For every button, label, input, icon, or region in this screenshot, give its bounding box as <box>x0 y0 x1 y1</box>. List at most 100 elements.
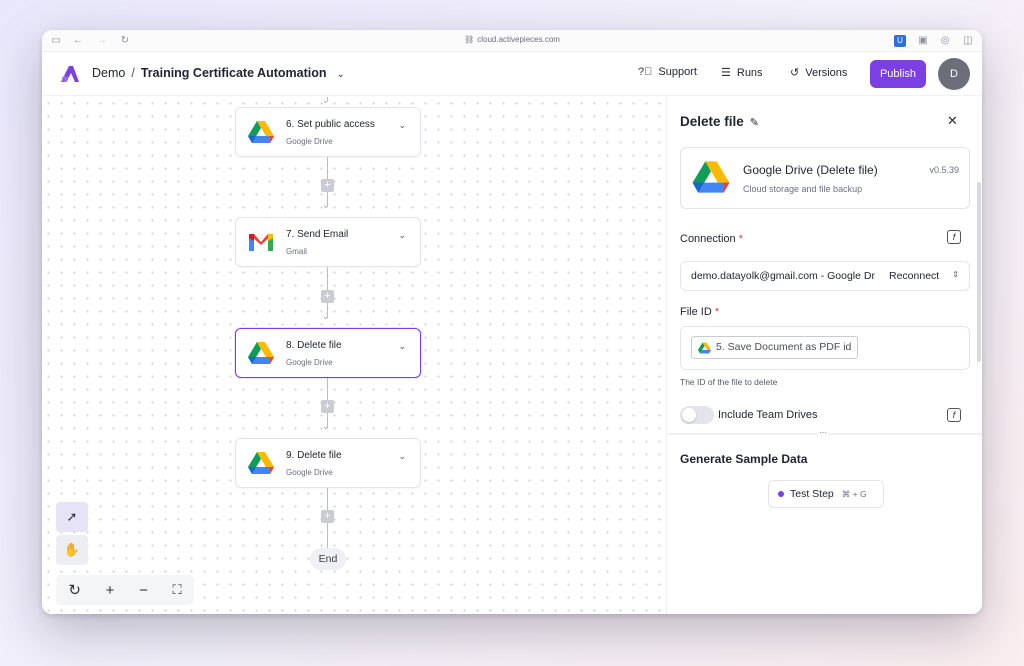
piece-description: Cloud storage and file backup <box>743 184 863 194</box>
flow-canvas[interactable]: ⌄ 6. Set public access Google Drive ⌄ + … <box>42 97 662 614</box>
keyboard-shortcut: ⌘ + G <box>841 488 867 499</box>
include-team-drives-label: Include Team Drives <box>718 409 818 421</box>
flow-step-7[interactable]: 7. Send Email Gmail ⌄ <box>235 217 421 267</box>
test-step-label: Test Step <box>790 488 834 500</box>
google-drive-icon <box>248 452 274 474</box>
gmail-icon <box>249 234 273 251</box>
flow-name[interactable]: Training Certificate Automation <box>141 66 327 80</box>
fit-view-icon[interactable]: ⛶ <box>173 582 182 598</box>
avatar[interactable]: D <box>938 58 970 90</box>
file-id-label-text: File ID <box>680 306 712 318</box>
connection-label-text: Connection <box>680 233 736 245</box>
panel-title-text: Delete file <box>680 114 744 129</box>
versions-label: Versions <box>805 66 848 79</box>
step-title: 7. Send Email <box>286 229 349 240</box>
variable-chip-text: 5. Save Document as PDF id <box>716 341 852 353</box>
google-drive-icon <box>692 161 730 193</box>
panel-scrollbar[interactable] <box>977 182 981 362</box>
help-circle-icon: ?⃝ <box>638 66 653 78</box>
app-header: Demo / Training Certificate Automation ⌄ ?⃝… <box>42 52 982 96</box>
support-label: Support <box>658 66 697 78</box>
panel-title: Delete file ✎ <box>680 114 759 129</box>
chevron-down-icon[interactable]: ⌄ <box>398 451 406 462</box>
arrow-down-icon: ⌄ <box>322 421 330 431</box>
reset-icon[interactable]: ↻ <box>68 581 81 599</box>
required-mark: * <box>738 233 743 245</box>
status-dot <box>778 491 784 497</box>
extension-icon[interactable]: ◎ <box>939 35 951 47</box>
file-id-field[interactable]: 5. Save Document as PDF id <box>680 326 970 370</box>
arrow-down-icon: ⌄ <box>322 311 330 321</box>
runs-button[interactable]: ☰ Runs <box>721 66 763 80</box>
arrow-down-icon: ⌄ <box>322 97 330 105</box>
resize-handle-icon[interactable]: ⋮ <box>659 413 662 422</box>
connection-value: demo.datayolk@gmail.com - Google Dr <box>691 270 875 282</box>
password-extension-icon[interactable]: U <box>894 35 906 47</box>
publish-button[interactable]: Publish <box>870 60 926 88</box>
reader-icon[interactable]: ▣ <box>917 35 929 47</box>
toggle-knob <box>682 408 696 422</box>
link-icon: ⛓ <box>464 35 475 44</box>
test-step-button[interactable]: Test Step ⌘ + G <box>768 480 884 508</box>
breadcrumb-separator: / <box>131 66 135 80</box>
browser-window: ▭ ← → ↻ ⛓ cloud.activepieces.com U ▣ ◎ ◫ … <box>42 30 982 614</box>
include-team-drives-toggle[interactable] <box>680 406 714 424</box>
end-node: End <box>310 548 346 570</box>
versions-button[interactable]: ↺ Versions <box>790 66 848 80</box>
pan-hand-icon[interactable]: ✋ <box>56 535 88 565</box>
piece-card: Google Drive (Delete file) Cloud storage… <box>680 147 970 209</box>
formula-toggle-icon[interactable]: f <box>947 408 961 422</box>
list-icon: ☰ <box>721 67 731 79</box>
google-drive-icon <box>248 342 274 364</box>
step-subtitle: Google Drive <box>286 358 333 367</box>
url-text: cloud.activepieces.com <box>477 35 560 44</box>
add-step-button[interactable]: + <box>321 179 334 192</box>
reconnect-button[interactable]: Reconnect <box>885 270 940 282</box>
piece-name: Google Drive (Delete file) <box>743 163 878 177</box>
chevron-down-icon[interactable]: ⌄ <box>337 69 345 80</box>
history-icon: ↺ <box>790 67 800 79</box>
variable-chip[interactable]: 5. Save Document as PDF id <box>691 336 859 359</box>
zoom-in-icon[interactable]: + <box>106 582 115 599</box>
project-name[interactable]: Demo <box>92 66 125 80</box>
split-view-icon[interactable]: ◫ <box>962 35 974 47</box>
add-step-button[interactable]: + <box>321 290 334 303</box>
flow-step-9[interactable]: 9. Delete file Google Drive ⌄ <box>235 438 421 488</box>
connection-label: Connection * <box>680 233 743 245</box>
file-id-hint: The ID of the file to delete <box>680 377 778 387</box>
step-title: 8. Delete file <box>286 340 342 351</box>
select-pointer-icon[interactable]: ➚ <box>56 502 88 532</box>
pencil-icon[interactable]: ✎ <box>750 117 759 129</box>
activepieces-logo-icon[interactable] <box>59 64 81 84</box>
piece-version: v0.5.39 <box>929 165 959 175</box>
flow-step-8[interactable]: 8. Delete file Google Drive ⌄ <box>235 328 421 378</box>
chevron-down-icon[interactable]: ⌄ <box>398 120 406 131</box>
runs-label: Runs <box>736 66 763 79</box>
file-id-label: File ID * <box>680 306 719 318</box>
step-subtitle: Google Drive <box>286 137 333 146</box>
support-button[interactable]: ?⃝ Support <box>638 66 697 78</box>
step-subtitle: Google Drive <box>286 468 333 477</box>
step-settings-panel: Delete file ✎ ✕ Google Drive (Delete file… <box>666 97 982 614</box>
select-arrows-icon: ⇕ <box>952 270 959 279</box>
step-title: 6. Set public access <box>286 119 375 130</box>
google-drive-icon <box>698 342 711 354</box>
chevron-down-icon[interactable]: ⌄ <box>398 230 406 241</box>
panel-splitter[interactable]: ⋯ <box>667 428 982 437</box>
generate-sample-data-title: Generate Sample Data <box>680 452 808 466</box>
flow-step-6[interactable]: 6. Set public access Google Drive ⌄ <box>235 107 421 157</box>
close-icon[interactable]: ✕ <box>947 113 958 129</box>
breadcrumb: Demo / Training Certificate Automation ⌄ <box>92 66 345 80</box>
formula-toggle-icon[interactable]: f <box>947 230 961 244</box>
connection-select[interactable]: demo.datayolk@gmail.com - Google Dr Reco… <box>680 261 970 291</box>
add-step-button[interactable]: + <box>321 510 334 523</box>
browser-toolbar: ▭ ← → ↻ ⛓ cloud.activepieces.com U ▣ ◎ ◫ <box>42 30 982 52</box>
arrow-down-icon: ⌄ <box>322 200 330 210</box>
drag-handle-icon[interactable]: ⋯ <box>819 428 827 437</box>
address-bar[interactable]: ⛓ cloud.activepieces.com <box>42 35 982 44</box>
add-step-button[interactable]: + <box>321 400 334 413</box>
zoom-out-icon[interactable]: − <box>139 582 148 599</box>
chevron-down-icon[interactable]: ⌄ <box>398 341 406 352</box>
zoom-controls: ↻ + − ⛶ <box>56 575 194 605</box>
google-drive-icon <box>248 121 274 143</box>
